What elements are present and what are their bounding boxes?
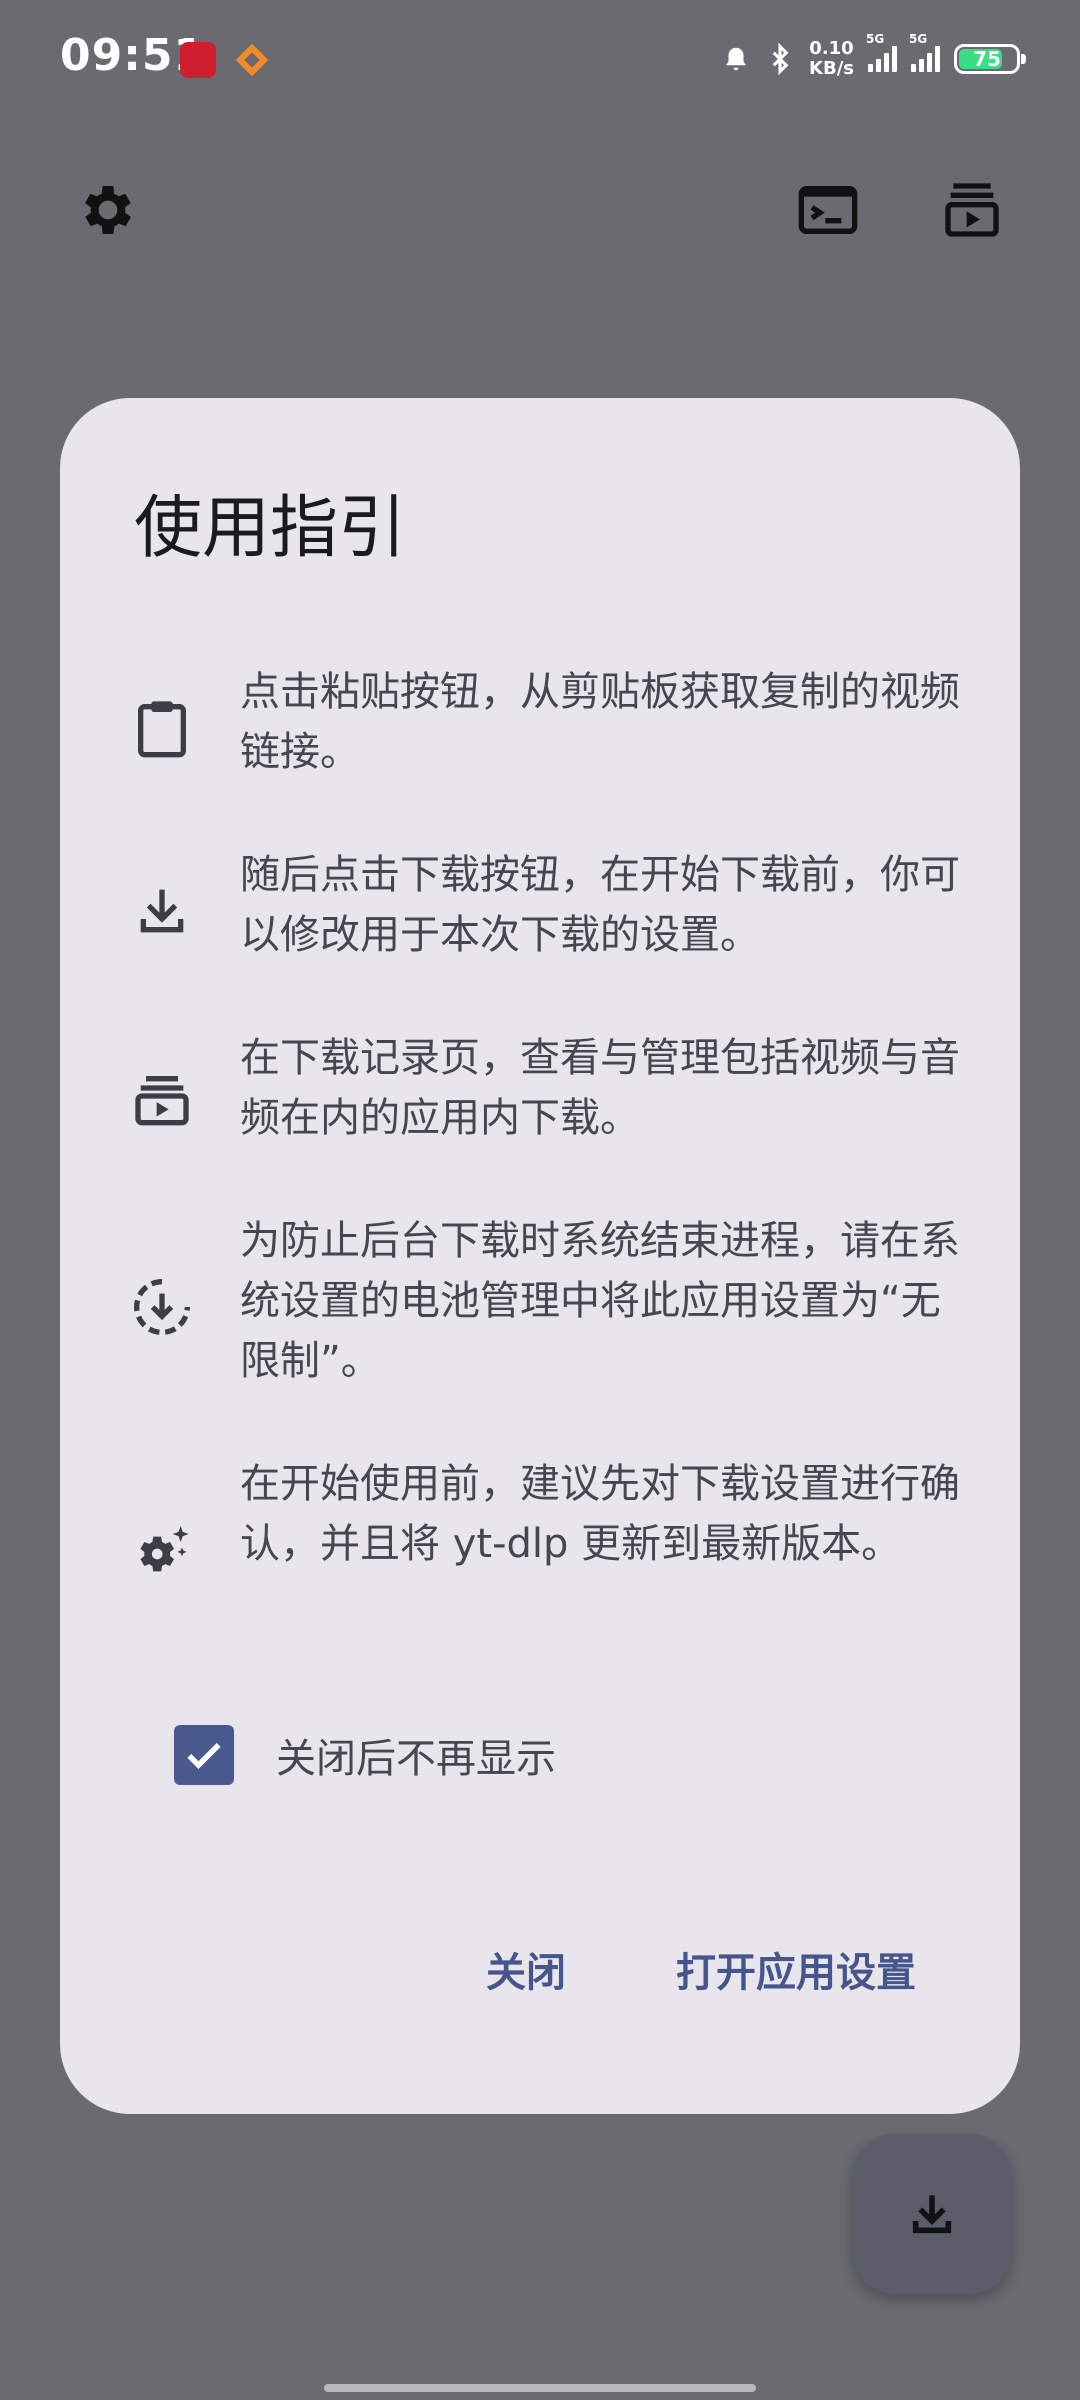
download-icon xyxy=(912,2195,952,2234)
guide-text: 为防止后台下载时系统结束进程，请在系统设置的电池管理中将此应用设置为“无限制”。 xyxy=(240,1218,960,1384)
cell-signal-2-icon: 5G xyxy=(909,32,940,72)
settings-sparkle-icon xyxy=(130,1518,194,1582)
network-type-label: 5G xyxy=(909,32,928,46)
open-app-settings-button[interactable]: 打开应用设置 xyxy=(676,1940,916,1998)
terminal-button[interactable] xyxy=(788,170,868,250)
network-speed: 0.10 KB/s xyxy=(809,39,854,79)
app-notification-icon xyxy=(180,42,216,78)
download-fab[interactable] xyxy=(852,2134,1012,2294)
clipboard-icon xyxy=(130,696,194,760)
download-icon xyxy=(130,879,194,943)
health-app-notification-icon xyxy=(234,42,270,78)
guide-text: 点击粘贴按钮，从剪贴板获取复制的视频链接。 xyxy=(240,669,960,775)
usage-guide-dialog: 使用指引 点击粘贴按钮，从剪贴板获取复制的视频链接。 随后点击下载按钮，在开始下… xyxy=(60,398,1020,2114)
alarm-bell-icon xyxy=(726,47,747,71)
guide-text: 随后点击下载按钮，在开始下载前，你可以修改用于本次下载的设置。 xyxy=(240,852,960,958)
gesture-navigation-bar[interactable] xyxy=(324,2384,756,2392)
settings-button[interactable] xyxy=(68,170,148,250)
battery-level: 75 xyxy=(973,47,1001,71)
guide-text: 在下载记录页，查看与管理包括视频与音频在内的应用内下载。 xyxy=(240,1035,960,1141)
download-queue-button[interactable] xyxy=(932,170,1012,250)
network-type-label: 5G xyxy=(866,32,885,46)
battery-icon: 75 xyxy=(954,44,1026,74)
download-circle-icon xyxy=(130,1275,194,1339)
dialog-actions: 关闭 打开应用设置 xyxy=(486,1940,916,1998)
guide-text: 在开始使用前，建议先对下载设置进行确认，并且将 yt-dlp 更新到最新版本。 xyxy=(240,1461,960,1567)
bluetooth-icon xyxy=(772,42,789,76)
checkbox-label: 关闭后不再显示 xyxy=(276,1736,556,1782)
terminal-icon xyxy=(798,186,858,234)
dont-show-again-checkbox[interactable] xyxy=(174,1725,234,1785)
settings-icon xyxy=(85,186,131,234)
download-queue-icon xyxy=(130,1068,194,1132)
checkmark-icon xyxy=(187,1742,221,1769)
dialog-title: 使用指引 xyxy=(134,489,407,568)
close-button[interactable]: 关闭 xyxy=(486,1940,566,1998)
network-speed-value: 0.10 xyxy=(809,38,854,59)
status-bar: 09:51 0.10 KB/s 5G 5G 75 xyxy=(0,0,1080,120)
cell-signal-1-icon: 5G xyxy=(866,32,897,72)
network-speed-unit: KB/s xyxy=(809,58,854,79)
dont-show-again-row[interactable]: 关闭后不再显示 xyxy=(174,1725,556,1785)
download-queue-icon xyxy=(945,183,999,237)
